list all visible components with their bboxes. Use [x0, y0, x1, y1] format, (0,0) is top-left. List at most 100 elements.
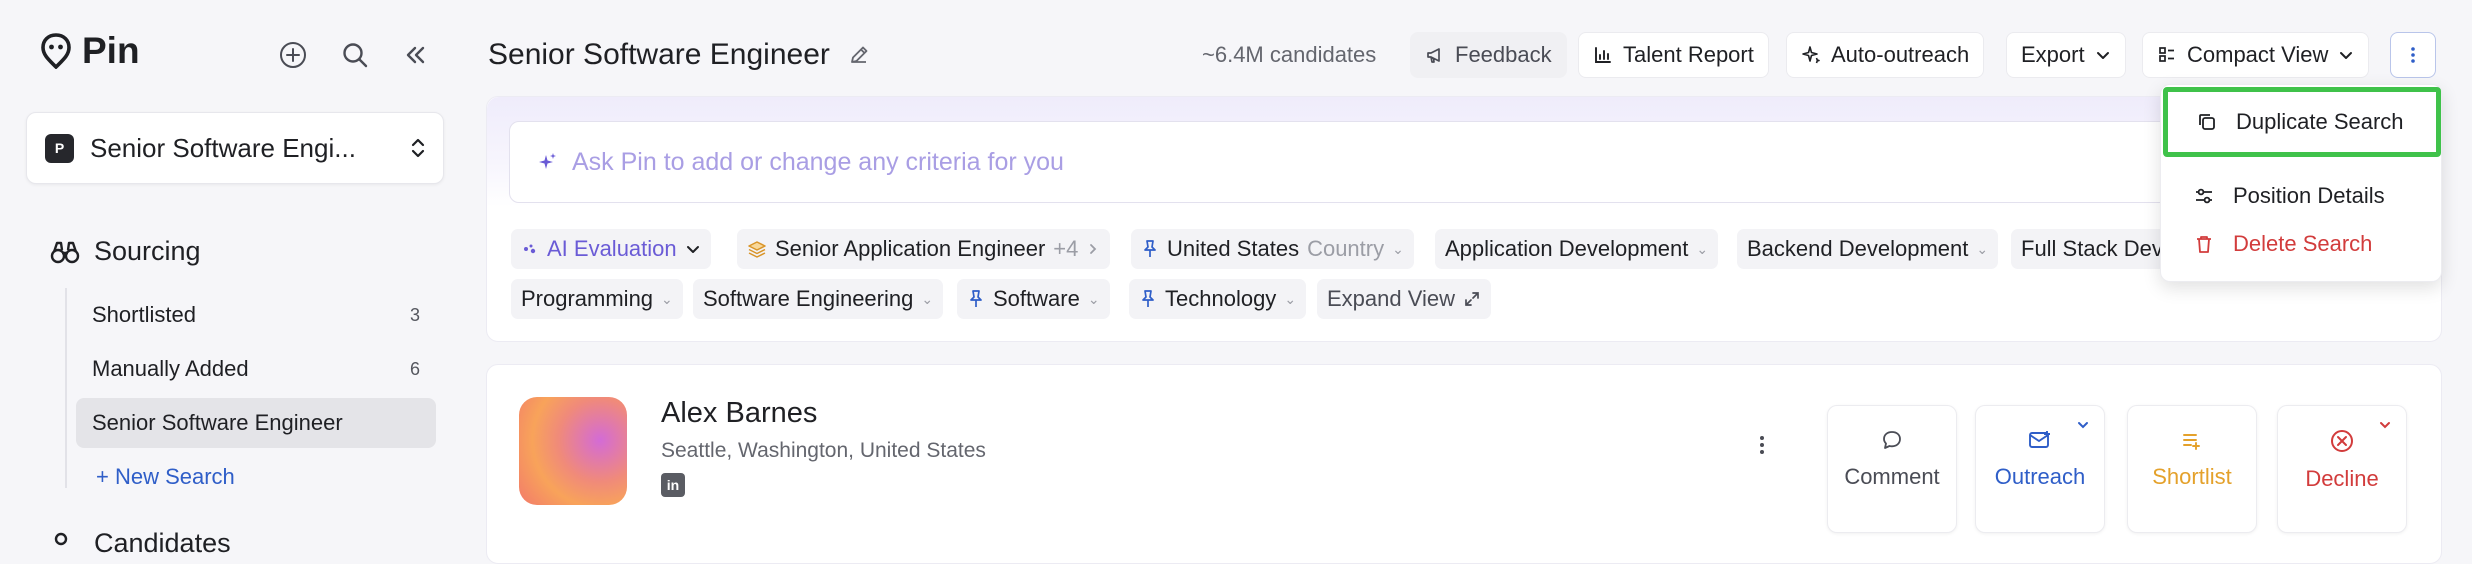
chip-software-engineering[interactable]: Software Engineering ⌄ [693, 279, 944, 319]
chevron-down-icon[interactable] [2378, 418, 2392, 432]
chip-sublabel: Country [1307, 236, 1385, 261]
ai-dots-icon [521, 240, 539, 258]
chart-icon [1593, 45, 1613, 65]
candidate-count: ~6.4M candidates [1202, 42, 1377, 67]
chip-programming[interactable]: Programming ⌄ [511, 279, 683, 319]
chip-backend-development[interactable]: Backend Development ⌄ [1737, 229, 1999, 269]
workspace-badge: P [45, 133, 74, 163]
chip-label: Senior Application Engineer [775, 236, 1046, 261]
talent-report-button[interactable]: Talent Report [1578, 32, 1769, 78]
expand-view-button[interactable]: Expand View [1317, 279, 1492, 319]
more-options-menu: Duplicate Search Position Details Delete… [2160, 84, 2442, 282]
candidates-section-title[interactable]: Candidates [50, 528, 231, 559]
chevron-down-icon: ⌄ [1392, 240, 1404, 257]
feedback-button[interactable]: Feedback [1410, 32, 1567, 78]
workspace-select[interactable]: P Senior Software Engi... [26, 112, 444, 184]
chevron-down-icon: ⌄ [1976, 240, 1989, 257]
collapse-icon[interactable] [398, 38, 432, 72]
binoculars-icon [50, 239, 80, 265]
chip-label: Backend Development [1747, 236, 1969, 261]
app-name: Pin [82, 30, 140, 71]
sidebar-item-count: 6 [409, 358, 420, 379]
more-vertical-icon[interactable] [1759, 435, 1765, 455]
decline-button[interactable]: Decline [2277, 405, 2407, 533]
chip-job-title[interactable]: Senior Application Engineer +4 [737, 229, 1111, 269]
megaphone-icon [1425, 45, 1445, 65]
mail-icon [2027, 428, 2053, 452]
chevron-down-icon [685, 241, 701, 257]
compact-view-button[interactable]: Compact View [2142, 32, 2370, 78]
chip-label: Full Stack Dev [2021, 236, 2163, 261]
menu-item-duplicate-search[interactable]: Duplicate Search [2163, 87, 2441, 157]
chip-more-count: +4 [1053, 236, 1079, 261]
chip-application-development[interactable]: Application Development ⌄ [1435, 229, 1719, 269]
chevron-down-icon: ⌄ [1284, 290, 1297, 307]
ask-pin-input[interactable]: Ask Pin to add or change any criteria fo… [509, 121, 2429, 203]
pin-logo-icon [40, 33, 72, 69]
tree-line [65, 288, 67, 488]
chip-country[interactable]: United States Country ⌄ [1131, 229, 1414, 269]
sidebar-item-manually-added[interactable]: Manually Added 6 [76, 344, 436, 394]
sparkle-icon [536, 151, 558, 173]
expand-icon [1463, 290, 1481, 308]
compact-view-label: Compact View [2187, 42, 2329, 67]
chevron-down-icon [2095, 47, 2111, 63]
candidate-card[interactable]: Alex Barnes Seattle, Washington, United … [486, 364, 2442, 564]
sparkle-icon [1801, 45, 1821, 65]
auto-outreach-button[interactable]: Auto-outreach [1786, 32, 1985, 78]
menu-item-delete-search[interactable]: Delete Search [2161, 227, 2441, 261]
talent-report-label: Talent Report [1623, 42, 1754, 67]
sidebar-item-senior-software-engineer[interactable]: Senior Software Engineer [76, 398, 436, 448]
menu-item-label: Duplicate Search [2236, 109, 2404, 134]
menu-item-position-details[interactable]: Position Details [2161, 179, 2441, 213]
chevron-down-icon [2338, 47, 2354, 63]
linkedin-icon[interactable]: in [661, 473, 685, 497]
comment-icon [1880, 428, 1904, 452]
export-label: Export [2021, 42, 2085, 67]
chevron-down-icon: ⌄ [1696, 240, 1709, 257]
sidebar: Pin P Senior Software Engi... Sourcing S… [0, 0, 468, 558]
shortlist-button[interactable]: Shortlist [2127, 405, 2257, 533]
more-options-button[interactable] [2390, 32, 2436, 78]
pin-icon [1139, 289, 1157, 309]
chip-software[interactable]: Software ⌄ [957, 279, 1110, 319]
sliders-icon [2193, 185, 2215, 207]
x-circle-icon [2329, 428, 2355, 454]
search-icon[interactable] [338, 38, 372, 72]
new-search-link[interactable]: + New Search [80, 452, 440, 502]
feedback-label: Feedback [1455, 42, 1552, 67]
auto-outreach-label: Auto-outreach [1831, 42, 1970, 67]
sourcing-section-title[interactable]: Sourcing [50, 236, 201, 267]
outreach-button[interactable]: Outreach [1975, 405, 2105, 533]
chip-ai-evaluation[interactable]: AI Evaluation [511, 229, 711, 269]
chip-label: Expand View [1327, 286, 1456, 311]
chevron-right-icon [1086, 242, 1100, 256]
more-vertical-icon [2410, 46, 2416, 64]
avatar [519, 397, 627, 505]
chevron-down-icon: ⌄ [661, 290, 673, 307]
ask-pin-placeholder: Ask Pin to add or change any criteria fo… [572, 147, 1064, 176]
sidebar-item-shortlisted[interactable]: Shortlisted 3 [76, 290, 436, 340]
export-button[interactable]: Export [2006, 32, 2126, 78]
users-icon [50, 531, 80, 557]
chip-full-stack-development[interactable]: Full Stack Dev [2011, 229, 2173, 269]
page-title: Senior Software Engineer [488, 38, 870, 72]
shortlist-label: Shortlist [2152, 464, 2232, 489]
sidebar-item-label: Shortlisted [92, 302, 196, 327]
menu-item-label: Position Details [2233, 183, 2385, 208]
candidate-name: Alex Barnes [661, 397, 818, 429]
sourcing-label: Sourcing [94, 236, 201, 266]
copy-icon [2196, 111, 2218, 133]
chip-label: Software [993, 286, 1080, 311]
candidate-location: Seattle, Washington, United States [661, 439, 986, 462]
app-logo[interactable]: Pin [40, 30, 140, 72]
sidebar-item-label: Manually Added [92, 356, 249, 381]
chevron-down-icon: ⌄ [1087, 290, 1100, 307]
list-icon [2157, 45, 2177, 65]
add-icon[interactable] [276, 38, 310, 72]
shortlist-icon [2180, 428, 2204, 452]
chevron-down-icon[interactable] [2076, 418, 2090, 432]
edit-icon[interactable] [848, 44, 870, 66]
chip-technology[interactable]: Technology ⌄ [1129, 279, 1307, 319]
comment-button[interactable]: Comment [1827, 405, 1957, 533]
